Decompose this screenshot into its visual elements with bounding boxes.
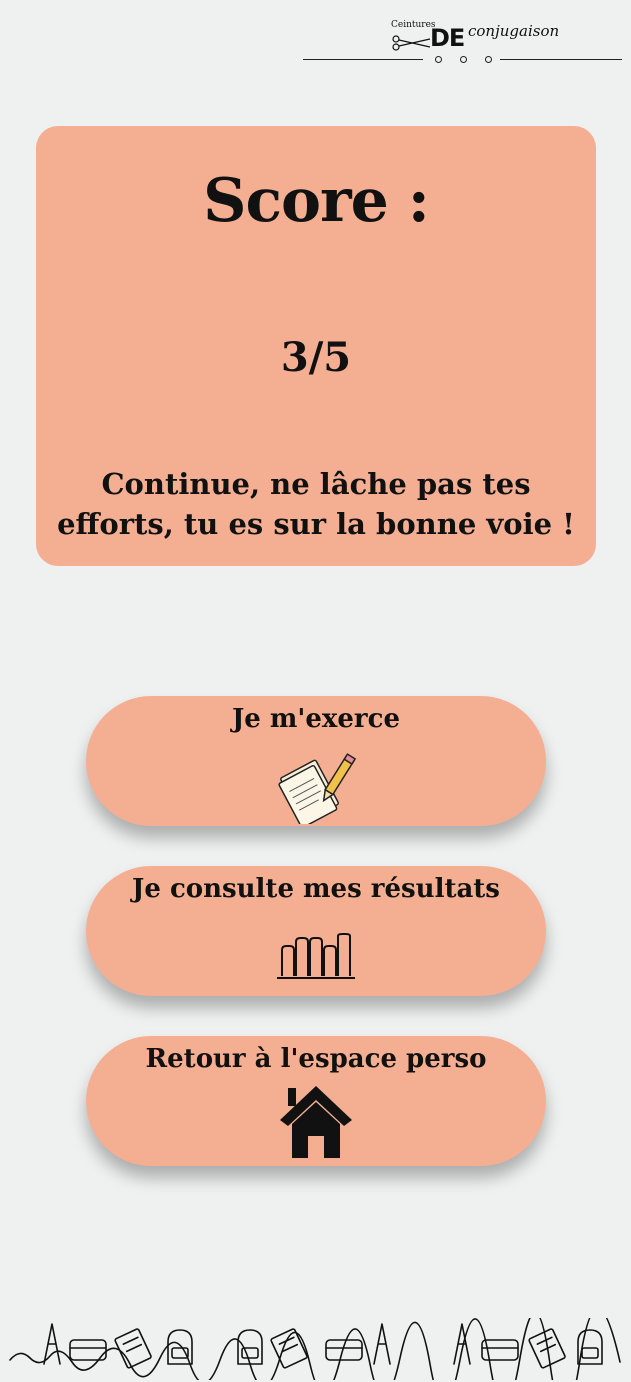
results-button[interactable]: Je consulte mes résultats (86, 866, 546, 996)
score-message: Continue, ne lâche pas tes efforts, tu e… (57, 467, 575, 541)
logo-script-text: conjugaison (468, 22, 560, 40)
bar-chart-icon (277, 933, 355, 979)
results-button-label: Je consulte mes résultats (132, 874, 500, 904)
home-icon (280, 1086, 352, 1158)
scissors-icon (392, 35, 431, 51)
logo-dot (435, 56, 442, 63)
score-title: Score : (203, 166, 430, 236)
score-card: Score : 3/5 Continue, ne lâche pas tes e… (36, 126, 596, 566)
logo-dot (460, 56, 467, 63)
school-doodle-border (9, 1318, 621, 1380)
logo-brand-text: DE (430, 24, 465, 52)
score-value: 3/5 (280, 334, 352, 381)
logo-dot (485, 56, 492, 63)
home-space-button[interactable]: Retour à l'espace perso (86, 1036, 546, 1166)
exercise-button[interactable]: Je m'exerce (86, 696, 546, 826)
exercise-button-label: Je m'exerce (231, 704, 401, 734)
logo-line-right (500, 59, 622, 60)
home-space-button-label: Retour à l'espace perso (145, 1044, 487, 1074)
logo-small-text: Ceintures (391, 20, 436, 30)
logo-line-left (303, 59, 423, 60)
brand-logo: Ceintures DE conjugaison (300, 14, 626, 68)
notebook-pencil-icon (278, 753, 357, 824)
